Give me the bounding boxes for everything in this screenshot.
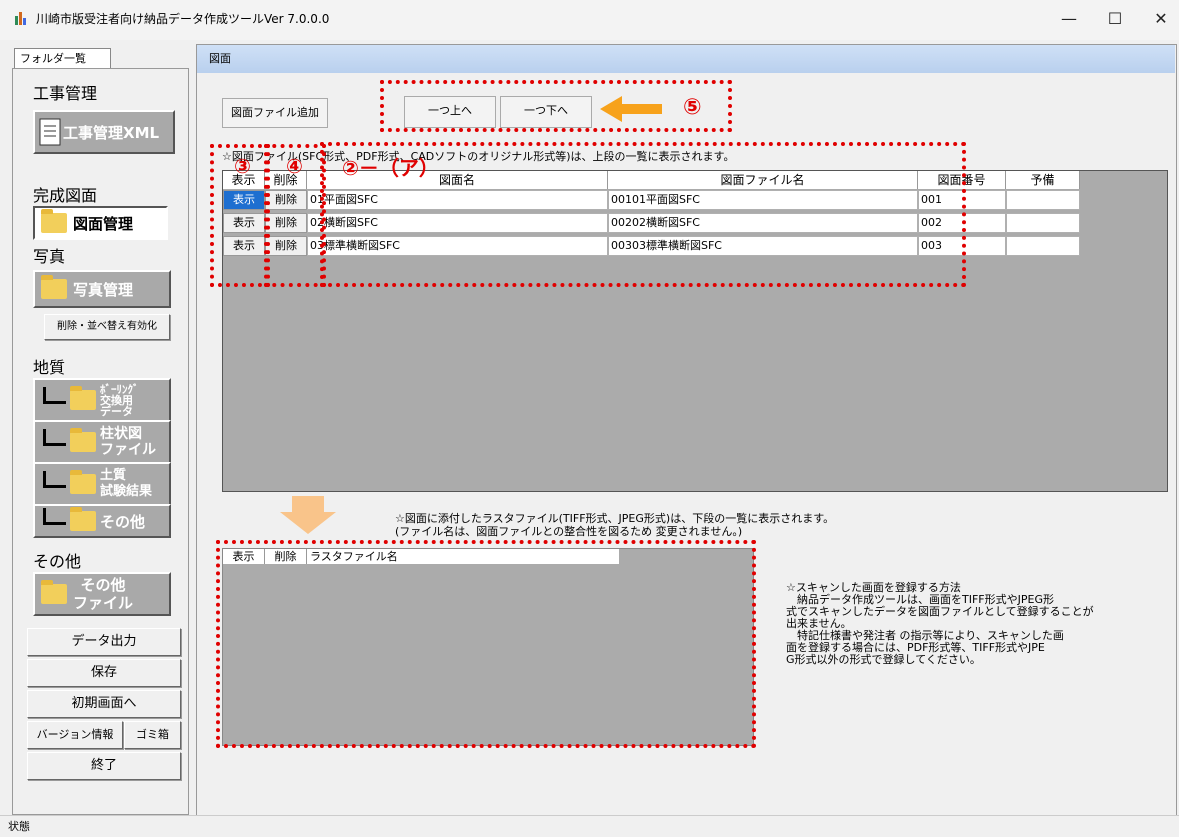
photo-management-button[interactable]: 写真管理 [33,270,171,308]
enable-delete-sort-button[interactable]: 削除・並べ替え有効化 [44,314,170,340]
section-drawings: 完成図面 [33,186,98,205]
section-other: その他 [33,552,82,571]
status-bar: 状態 [0,815,1179,836]
other-files-button[interactable]: その他 ファイル [33,572,171,616]
drawing-management-label: 図面管理 [73,214,134,233]
boring-data-label: ﾎﾞｰﾘﾝｸﾞ 交換用 データ [100,382,139,418]
save-button[interactable]: 保存 [27,659,181,687]
scan-instructions: ☆スキャンした画面を登録する方法 納品データ作成ツールは、画面をTIFF形式やJ… [786,581,1094,666]
exit-button[interactable]: 終了 [27,752,181,780]
tree-line [43,507,66,525]
document-icon [39,118,61,146]
folder-icon [41,275,67,299]
tree-line [43,470,66,488]
folder-icon [70,507,96,531]
spare-cell[interactable] [1006,236,1080,256]
minimize-button[interactable]: — [1046,4,1092,34]
column-file-button[interactable]: 柱状図 ファイル [33,420,171,464]
soil-test-label: 土質 試験結果 [100,468,153,499]
raster-note-1: ☆図面に添付したラスタファイル(TIFF形式、JPEG形式)は、下段の一覧に表示… [395,512,835,525]
folder-icon [41,580,67,604]
version-info-button[interactable]: バージョン情報 [27,721,123,749]
spare-cell[interactable] [1006,190,1080,210]
section-photos: 写真 [33,247,66,266]
boring-data-button[interactable]: ﾎﾞｰﾘﾝｸﾞ 交換用 データ [33,378,171,422]
soil-test-button[interactable]: 土質 試験結果 [33,462,171,506]
main-header: 図面 [197,45,1175,73]
title-bar: 川崎市版受注者向け納品データ作成ツールVer 7.0.0.0 — ☐ ✕ [0,0,1179,40]
trash-button[interactable]: ゴミ箱 [124,721,181,749]
col-spare: 予備 [1006,171,1080,189]
folder-icon [41,209,67,233]
geology-other-label: その他 [100,512,146,531]
tree-line [43,386,66,404]
data-export-button[interactable]: データ出力 [27,628,181,656]
annotation-4: ④ [286,154,303,178]
section-construction: 工事管理 [33,84,98,103]
annotation-box-raster [216,540,756,748]
add-drawing-file-button[interactable]: 図面ファイル追加 [222,98,328,128]
construction-xml-label: 工事管理XML [63,123,160,142]
close-button[interactable]: ✕ [1138,4,1179,34]
folder-icon [70,428,96,452]
annotation-3: ③ [234,154,251,178]
spare-cell[interactable] [1006,213,1080,233]
folder-icon [70,470,96,494]
annotation-5: ⑤ [683,95,702,120]
folder-list-tab[interactable]: フォルダ一覧 [14,48,111,69]
other-files-label: その他 ファイル [73,576,134,612]
folder-icon [70,386,96,410]
photo-management-label: 写真管理 [73,280,134,299]
annotation-2: ②－（ア） [342,156,439,180]
construction-xml-button[interactable]: 工事管理XML [33,110,175,154]
tree-line [43,428,66,446]
geology-other-button[interactable]: その他 [33,504,171,538]
maximize-button[interactable]: ☐ [1092,4,1138,34]
window-title: 川崎市版受注者向け納品データ作成ツールVer 7.0.0.0 [36,12,330,26]
column-file-label: 柱状図 ファイル [100,426,156,458]
home-button[interactable]: 初期画面へ [27,690,181,718]
section-geology: 地質 [33,358,66,377]
raster-note-2: (ファイル名は、図面ファイルとの整合性を図るため 変更されません。) [395,525,743,538]
arrow-left-icon [600,96,662,122]
arrow-down-icon [280,496,336,534]
app-icon [15,12,26,25]
annotation-box-5 [380,80,732,132]
drawing-management-button[interactable]: 図面管理 [33,206,168,240]
